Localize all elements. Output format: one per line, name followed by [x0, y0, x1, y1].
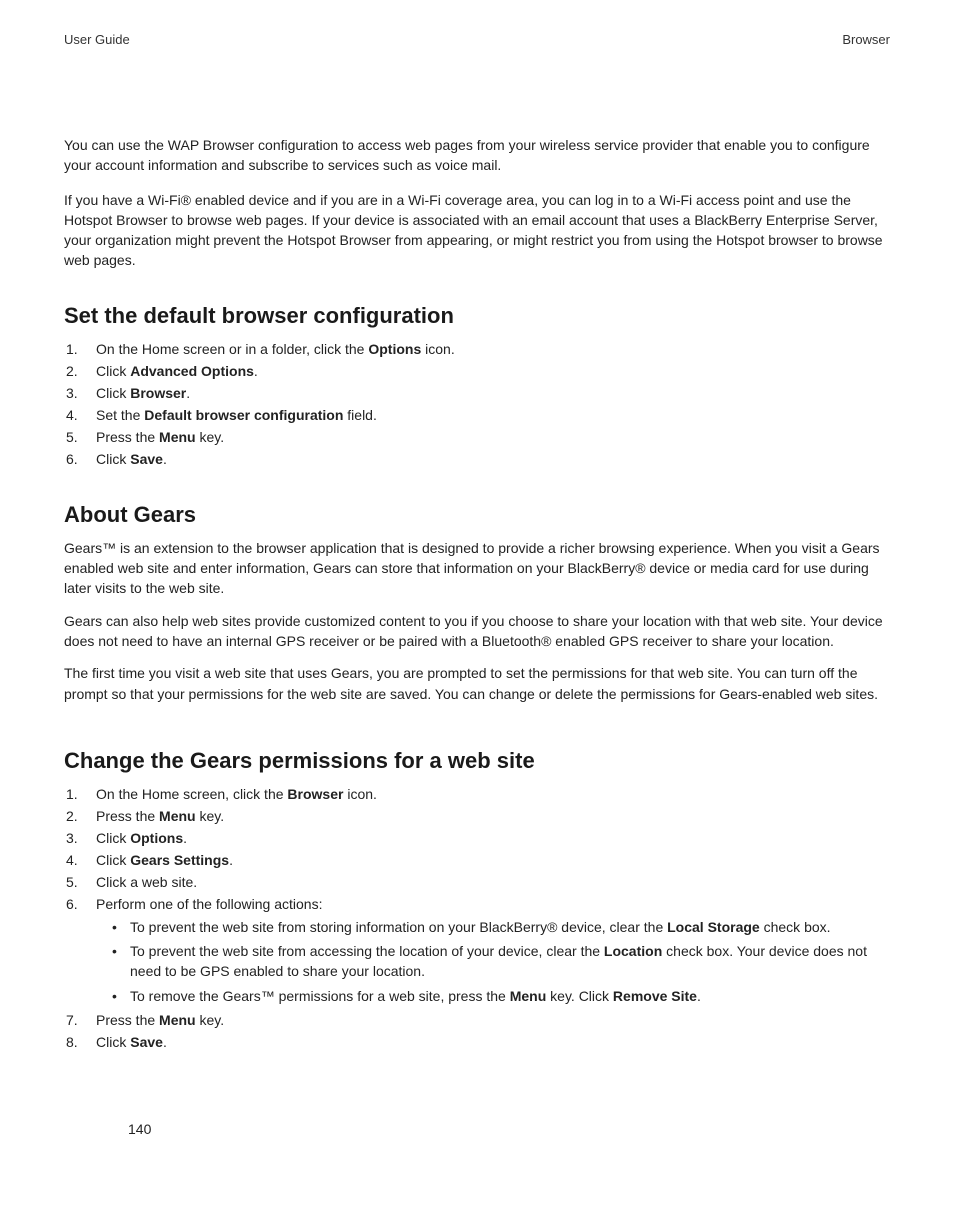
step-item: Press the Menu key.: [64, 1010, 890, 1031]
step-item: Perform one of the following actions: To…: [64, 894, 890, 1006]
body-paragraph: Gears can also help web sites provide cu…: [64, 611, 890, 652]
section-heading: Set the default browser configuration: [64, 303, 890, 329]
step-item: Press the Menu key.: [64, 427, 890, 448]
step-item: Click Advanced Options.: [64, 361, 890, 382]
step-item: Click Save.: [64, 449, 890, 470]
step-item: Click a web site.: [64, 872, 890, 893]
steps-list: On the Home screen or in a folder, click…: [64, 339, 890, 470]
step-item: Click Browser.: [64, 383, 890, 404]
sub-bullet-item: To prevent the web site from storing inf…: [112, 917, 890, 937]
header-right: Browser: [842, 32, 890, 47]
header-left: User Guide: [64, 32, 130, 47]
step-item: Click Save.: [64, 1032, 890, 1053]
sub-bullet-item: To prevent the web site from accessing t…: [112, 941, 890, 982]
intro-block: You can use the WAP Browser configuratio…: [64, 135, 890, 271]
page-header: User Guide Browser: [64, 32, 890, 47]
body-paragraph: Gears™ is an extension to the browser ap…: [64, 538, 890, 599]
body-paragraph: The first time you visit a web site that…: [64, 663, 890, 704]
step-item: Click Options.: [64, 828, 890, 849]
intro-paragraph: You can use the WAP Browser configuratio…: [64, 135, 890, 176]
page-number: 140: [128, 1121, 151, 1137]
intro-paragraph: If you have a Wi-Fi® enabled device and …: [64, 190, 890, 271]
steps-list: On the Home screen, click the Browser ic…: [64, 784, 890, 1053]
sub-bullet-list: To prevent the web site from storing inf…: [112, 917, 890, 1006]
step-item: Set the Default browser configuration fi…: [64, 405, 890, 426]
sub-bullet-item: To remove the Gears™ permissions for a w…: [112, 986, 890, 1006]
section-heading: About Gears: [64, 502, 890, 528]
step-item: On the Home screen or in a folder, click…: [64, 339, 890, 360]
step-item: Press the Menu key.: [64, 806, 890, 827]
step-item: Click Gears Settings.: [64, 850, 890, 871]
section-heading: Change the Gears permissions for a web s…: [64, 748, 890, 774]
step-item: On the Home screen, click the Browser ic…: [64, 784, 890, 805]
